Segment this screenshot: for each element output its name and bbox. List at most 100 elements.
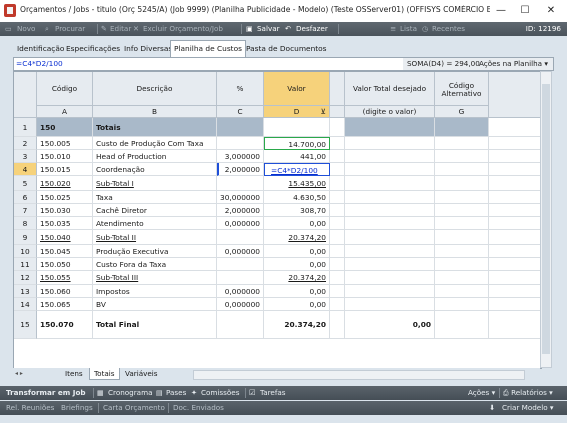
cell-desc[interactable]: Totais — [93, 118, 217, 137]
cell-code[interactable]: 150.030 — [37, 204, 93, 217]
cell-total[interactable] — [345, 271, 435, 285]
cell-total[interactable] — [345, 204, 435, 217]
transformar-em-job-button[interactable]: Transformar em Job — [6, 386, 86, 400]
cell-pct[interactable]: 0,000000 — [217, 217, 264, 230]
row-number[interactable]: 2 — [14, 137, 37, 150]
cell-pct[interactable] — [217, 311, 264, 339]
col-letter-f-hint[interactable]: (digite o valor) — [345, 106, 435, 118]
cell-desc[interactable]: Atendimento — [93, 217, 217, 230]
vertical-scroll-thumb[interactable] — [542, 84, 550, 354]
cell-desc[interactable]: Sub-Total I — [93, 176, 217, 191]
row-number[interactable]: 6 — [14, 191, 37, 204]
cell-pct[interactable]: 3,000000 — [217, 150, 264, 163]
row-number[interactable]: 4 — [14, 163, 37, 176]
cell-pct[interactable] — [217, 118, 264, 137]
rel-reunioes-link[interactable]: Rel. Reuniões — [6, 401, 54, 415]
cell-valor[interactable]: 15.435,00 — [264, 176, 330, 191]
cell-valor[interactable]: =C4*D2/100 — [264, 163, 330, 176]
cell-total[interactable] — [345, 285, 435, 298]
cell-total[interactable] — [345, 191, 435, 204]
tab-planilha-de-custos[interactable]: Planilha de Custos — [170, 40, 246, 57]
col-letter-a[interactable]: A — [37, 106, 93, 118]
formula-input[interactable]: =C4*D2/100 — [16, 58, 63, 70]
tab-especificacoes[interactable]: Especificações — [63, 42, 123, 55]
cell-valor[interactable]: 20.374,20 — [264, 230, 330, 245]
salvar-button[interactable]: Salvar — [257, 22, 280, 36]
cell-total[interactable] — [345, 258, 435, 271]
sheet-tab-totais[interactable]: Totais — [89, 368, 120, 380]
cell-empty[interactable] — [435, 137, 489, 150]
cell-total[interactable] — [345, 298, 435, 311]
cell-total[interactable] — [345, 163, 435, 176]
cell-empty[interactable] — [435, 298, 489, 311]
cell-desc[interactable]: Coordenação — [93, 163, 217, 176]
doc-enviados-link[interactable]: Doc. Enviados — [173, 401, 224, 415]
relatorios-dropdown[interactable]: ⎙ Relatórios ▾ — [503, 386, 553, 400]
cell-empty[interactable] — [435, 150, 489, 163]
cell-code[interactable]: 150.040 — [37, 230, 93, 245]
cell-empty[interactable] — [435, 163, 489, 176]
cell-code[interactable]: 150.015 — [37, 163, 93, 176]
cell-valor[interactable]: 14.700,00 — [264, 137, 330, 150]
cell-total[interactable] — [345, 118, 435, 137]
cell-pct[interactable] — [217, 271, 264, 285]
cell-desc[interactable]: Custo Fora da Taxa — [93, 258, 217, 271]
cell-total[interactable] — [345, 137, 435, 150]
col-header-percent[interactable]: % — [217, 72, 264, 106]
row-number[interactable]: 10 — [14, 245, 37, 258]
cell-valor[interactable]: 0,00 — [264, 258, 330, 271]
row-number[interactable]: 14 — [14, 298, 37, 311]
col-letter-d[interactable]: D ⊻ — [264, 106, 330, 118]
cell-code[interactable]: 150.010 — [37, 150, 93, 163]
cell-total[interactable]: 0,00 — [345, 311, 435, 339]
sheet-tab-variaveis[interactable]: Variáveis — [121, 368, 162, 379]
cell-valor[interactable]: 0,00 — [264, 298, 330, 311]
sheet-nav-icon[interactable]: ◂ ▸ — [15, 368, 23, 379]
cell-code[interactable]: 150.070 — [37, 311, 93, 339]
comissoes-button[interactable]: Comissões — [201, 386, 239, 400]
cell-valor[interactable]: 0,00 — [264, 245, 330, 258]
cell-code[interactable]: 150.055 — [37, 271, 93, 285]
cell-code[interactable]: 150.060 — [37, 285, 93, 298]
cell-empty[interactable] — [435, 176, 489, 191]
cell-pct[interactable]: 0,000000 — [217, 298, 264, 311]
cell-total[interactable] — [345, 150, 435, 163]
cell-valor[interactable]: 308,70 — [264, 204, 330, 217]
editar-button[interactable]: Editar — [110, 22, 131, 36]
cell-valor[interactable]: 4.630,50 — [264, 191, 330, 204]
cell-pct[interactable] — [217, 137, 264, 150]
col-header-valor-total[interactable]: Valor Total desejado — [345, 72, 435, 106]
cell-valor[interactable]: 0,00 — [264, 217, 330, 230]
col-header-codigo[interactable]: Código — [37, 72, 93, 106]
cell-total[interactable] — [345, 176, 435, 191]
cell-pct[interactable] — [217, 176, 264, 191]
cell-valor[interactable]: 0,00 — [264, 285, 330, 298]
spreadsheet-grid[interactable]: Código Descrição % Valor Valor Total des… — [13, 71, 542, 369]
criar-modelo-dropdown[interactable]: Criar Modelo ▾ — [502, 401, 554, 415]
cell-total[interactable] — [345, 230, 435, 245]
cell-code[interactable]: 150.050 — [37, 258, 93, 271]
cell-pct[interactable] — [217, 230, 264, 245]
cell-code[interactable]: 150.005 — [37, 137, 93, 150]
lista-button[interactable]: Lista — [400, 22, 417, 36]
tab-pasta-de-documentos[interactable]: Pasta de Documentos — [243, 42, 330, 55]
cell-code[interactable]: 150.065 — [37, 298, 93, 311]
cell-desc[interactable]: Taxa — [93, 191, 217, 204]
col-header-codigo-alternativo[interactable]: Código Alternativo — [435, 72, 489, 106]
row-number[interactable]: 12 — [14, 271, 37, 285]
filter-icon[interactable]: ⊻ — [321, 106, 326, 118]
cell-code[interactable]: 150.020 — [37, 176, 93, 191]
cell-code[interactable]: 150.025 — [37, 191, 93, 204]
minimize-button[interactable]: — — [490, 2, 512, 19]
cell-empty[interactable] — [435, 271, 489, 285]
cell-desc[interactable]: Impostos — [93, 285, 217, 298]
cell-desc[interactable]: Total Final — [93, 311, 217, 339]
maximize-button[interactable]: ☐ — [514, 2, 536, 19]
col-header-valor[interactable]: Valor — [264, 72, 330, 106]
cell-empty[interactable] — [435, 118, 489, 137]
cell-empty[interactable] — [435, 230, 489, 245]
row-number[interactable]: 5 — [14, 176, 37, 191]
tab-identificacao[interactable]: Identificação — [14, 42, 67, 55]
sheet-tab-itens[interactable]: Itens — [61, 368, 87, 379]
cell-desc[interactable]: Custo de Produção Com Taxa — [93, 137, 217, 150]
